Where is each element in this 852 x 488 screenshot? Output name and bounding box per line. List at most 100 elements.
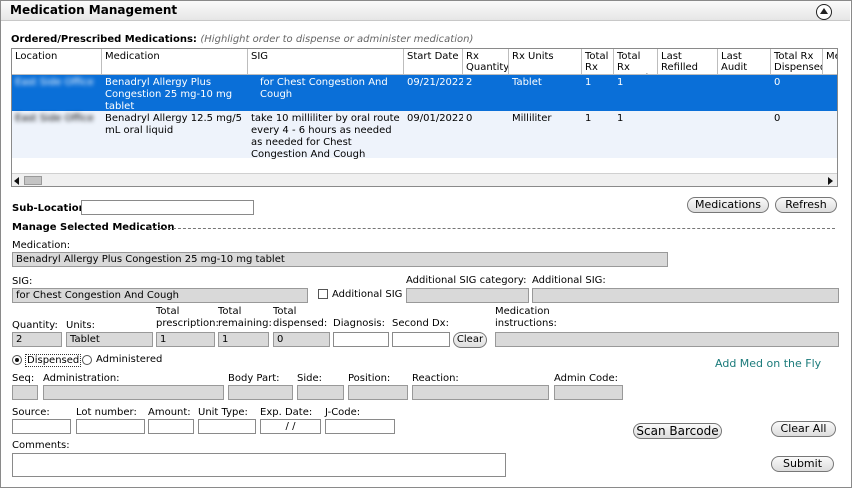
total-dispensed-field: 0 bbox=[273, 332, 330, 347]
total-dispensed-label: dispensed: bbox=[273, 318, 328, 329]
comments-label: Comments: bbox=[12, 440, 70, 451]
side-field[interactable] bbox=[297, 385, 344, 400]
diagnosis-label: Diagnosis: bbox=[333, 318, 385, 329]
scroll-right-icon[interactable] bbox=[828, 177, 833, 185]
med-instructions-label: instructions: bbox=[495, 318, 557, 329]
page-title: Medication Management bbox=[10, 3, 178, 17]
unit-type-input[interactable] bbox=[198, 419, 256, 434]
sig-label: SIG: bbox=[12, 276, 33, 287]
scan-barcode-button[interactable]: Scan Barcode bbox=[633, 423, 722, 439]
cell-start-date: 09/21/2022 bbox=[407, 77, 463, 88]
second-dx-input[interactable] bbox=[392, 332, 450, 347]
total-dispensed-label-top: Total bbox=[273, 306, 297, 317]
cell-total-rx-remain: 1 bbox=[617, 113, 624, 124]
sublocation-input[interactable] bbox=[81, 200, 254, 215]
ordered-medications-label: Ordered/Prescribed Medications: (Highlig… bbox=[11, 34, 473, 45]
cell-rx-units: Tablet bbox=[512, 77, 542, 88]
medications-grid[interactable]: Location Medication SIG Start Date Rx Qu… bbox=[11, 48, 838, 187]
unit-type-label: Unit Type: bbox=[198, 407, 248, 418]
horizontal-scrollbar[interactable] bbox=[12, 173, 837, 186]
cell-location: East Side Office bbox=[15, 113, 94, 124]
add-med-on-the-fly-link[interactable]: Add Med on the Fly bbox=[715, 357, 821, 370]
total-remaining-field: 1 bbox=[218, 332, 269, 347]
cell-sig: for Chest Congestion And Cough bbox=[260, 77, 388, 100]
medication-field: Benadryl Allergy Plus Congestion 25 mg-1… bbox=[12, 252, 668, 267]
seq-field bbox=[12, 385, 38, 400]
cell-total-rx-dispensed: 0 bbox=[774, 77, 781, 88]
cell-rx-quantity: 2 bbox=[466, 77, 473, 88]
cell-medication: Benadryl Allergy Plus Congestion 25 mg-1… bbox=[105, 77, 233, 112]
exp-date-label: Exp. Date: bbox=[260, 407, 313, 418]
cell-medication: Benadryl Allergy 12.5 mg/5 mL oral liqui… bbox=[105, 113, 243, 136]
cell-total-rx-dispensed: 0 bbox=[774, 113, 781, 124]
cell-total-rx-remain: 1 bbox=[617, 77, 624, 88]
panel-header: Medication Management bbox=[1, 1, 850, 21]
comments-textarea[interactable] bbox=[12, 453, 506, 477]
reaction-label: Reaction: bbox=[412, 373, 459, 384]
col-header-last-audit[interactable]: Last Audit bbox=[718, 49, 771, 75]
additional-sig-label: Additional SIG: bbox=[532, 275, 606, 286]
col-header-me[interactable]: Me bbox=[823, 49, 837, 75]
additional-sig-category-field[interactable] bbox=[406, 288, 529, 303]
sig-field: for Chest Congestion And Cough bbox=[12, 288, 308, 303]
body-part-field[interactable] bbox=[228, 385, 293, 400]
additional-sig-checkbox[interactable] bbox=[318, 289, 328, 299]
cell-start-date: 09/01/2022 bbox=[407, 113, 463, 124]
collapse-up-icon[interactable] bbox=[816, 4, 832, 20]
admin-code-field[interactable] bbox=[554, 385, 623, 400]
col-header-total-rx[interactable]: Total Rx bbox=[582, 49, 614, 75]
clear-button[interactable]: Clear bbox=[453, 332, 487, 348]
med-instructions-label-top: Medication bbox=[495, 306, 550, 317]
refresh-button[interactable]: Refresh bbox=[775, 197, 837, 213]
col-header-location[interactable]: Location bbox=[12, 49, 102, 75]
medications-button[interactable]: Medications bbox=[687, 197, 769, 213]
reaction-field[interactable] bbox=[412, 385, 549, 400]
quantity-field: 2 bbox=[12, 332, 62, 347]
administration-field[interactable] bbox=[43, 385, 224, 400]
diagnosis-input[interactable] bbox=[333, 332, 389, 347]
col-header-rx-quantity[interactable]: Rx Quantity bbox=[463, 49, 509, 75]
amount-input[interactable] bbox=[148, 419, 194, 434]
amount-label: Amount: bbox=[148, 407, 191, 418]
administered-radio-label: Administered bbox=[96, 354, 163, 365]
col-header-medication[interactable]: Medication bbox=[102, 49, 248, 75]
second-dx-label: Second Dx: bbox=[392, 318, 449, 329]
clear-all-button[interactable]: Clear All bbox=[771, 421, 836, 437]
sublocation-label: Sub-Location: bbox=[12, 203, 90, 214]
col-header-start-date[interactable]: Start Date bbox=[404, 49, 463, 75]
cell-rx-units: Milliliter bbox=[512, 113, 552, 124]
total-remaining-label-top: Total bbox=[218, 306, 242, 317]
col-header-rx-units[interactable]: Rx Units bbox=[509, 49, 582, 75]
col-header-total-rx-remain[interactable]: Total Rx Remain bbox=[614, 49, 658, 75]
position-label: Position: bbox=[348, 373, 391, 384]
medication-label: Medication: bbox=[12, 240, 71, 251]
col-header-last-refilled[interactable]: Last Refilled bbox=[658, 49, 718, 75]
scroll-thumb[interactable] bbox=[24, 176, 42, 185]
cell-location: East Side Office bbox=[15, 77, 94, 88]
table-row-selected[interactable]: East Side Office Benadryl Allergy Plus C… bbox=[12, 75, 837, 112]
total-prescription-label-top: Total bbox=[156, 306, 180, 317]
administration-label: Administration: bbox=[43, 373, 120, 384]
additional-sig-checkbox-label: Additional SIG bbox=[332, 289, 403, 300]
dispensed-radio[interactable] bbox=[12, 355, 22, 365]
scroll-left-icon[interactable] bbox=[14, 177, 19, 185]
cell-last-audit bbox=[718, 75, 771, 79]
additional-sig-field[interactable] bbox=[532, 288, 839, 303]
med-instructions-field[interactable] bbox=[495, 332, 839, 347]
table-row[interactable]: East Side Office Benadryl Allergy 12.5 m… bbox=[12, 111, 837, 160]
col-header-sig[interactable]: SIG bbox=[248, 49, 404, 75]
cell-total-rx: 1 bbox=[585, 77, 592, 88]
ordered-hint: (Highlight order to dispense or administ… bbox=[200, 34, 474, 45]
exp-date-input[interactable]: / / bbox=[260, 419, 321, 434]
col-header-total-rx-dispensed[interactable]: Total Rx Dispensed bbox=[771, 49, 823, 75]
source-input[interactable] bbox=[12, 419, 71, 434]
side-label: Side: bbox=[297, 373, 322, 384]
dispensed-radio-label: Dispensed bbox=[25, 354, 82, 367]
total-prescription-field: 1 bbox=[156, 332, 215, 347]
position-field[interactable] bbox=[348, 385, 408, 400]
administered-radio[interactable] bbox=[82, 355, 92, 365]
jcode-input[interactable] bbox=[325, 419, 395, 434]
lot-number-input[interactable] bbox=[76, 419, 145, 434]
jcode-label: J-Code: bbox=[325, 407, 361, 418]
submit-button[interactable]: Submit bbox=[771, 456, 834, 472]
